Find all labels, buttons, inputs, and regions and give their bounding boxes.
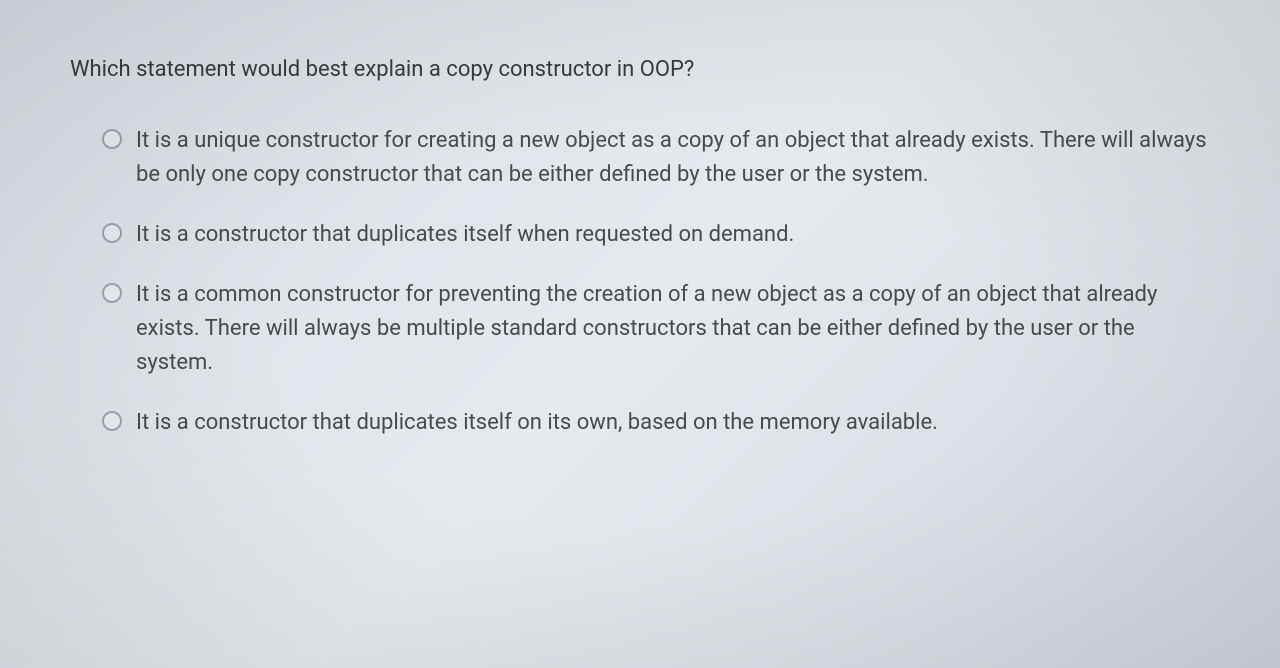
- option-1[interactable]: It is a unique constructor for creating …: [102, 124, 1210, 192]
- option-3[interactable]: It is a common constructor for preventin…: [102, 278, 1210, 380]
- question-prompt: Which statement would best explain a cop…: [70, 55, 1210, 86]
- option-2[interactable]: It is a constructor that duplicates itse…: [102, 218, 1210, 252]
- option-3-text: It is a common constructor for preventin…: [136, 278, 1210, 380]
- radio-button-2[interactable]: [102, 223, 122, 243]
- radio-button-1[interactable]: [102, 129, 122, 149]
- quiz-question-container: Which statement would best explain a cop…: [0, 0, 1280, 668]
- option-2-text: It is a constructor that duplicates itse…: [136, 218, 794, 252]
- options-list: It is a unique constructor for creating …: [70, 124, 1210, 441]
- option-1-text: It is a unique constructor for creating …: [136, 124, 1210, 192]
- radio-button-4[interactable]: [102, 411, 122, 431]
- option-4[interactable]: It is a constructor that duplicates itse…: [102, 406, 1210, 440]
- option-4-text: It is a constructor that duplicates itse…: [136, 406, 938, 440]
- radio-button-3[interactable]: [102, 283, 122, 303]
